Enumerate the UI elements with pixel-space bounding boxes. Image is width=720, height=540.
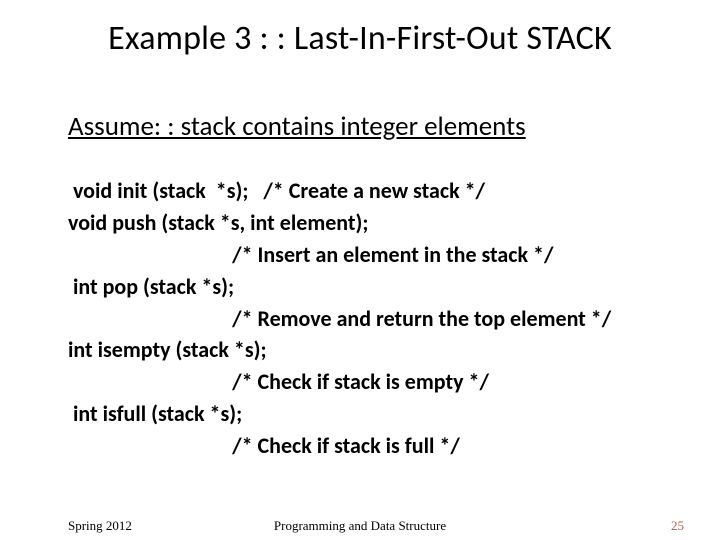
code-line: /* Check if stack is full */ (68, 430, 680, 462)
code-line: int isfull (stack *s); (68, 398, 680, 430)
footer-page-number: 25 (671, 518, 684, 534)
code-line: /* Remove and return the top element */ (68, 303, 680, 335)
code-line: /* Check if stack is empty */ (68, 366, 680, 398)
code-line: void push (stack *s, int element); (68, 207, 680, 239)
footer-course: Programming and Data Structure (0, 518, 720, 534)
code-line: /* Insert an element in the stack */ (68, 239, 680, 271)
code-block: void init (stack *s); /* Create a new st… (68, 175, 680, 462)
code-line: int pop (stack *s); (68, 271, 680, 303)
code-line: void init (stack *s); /* Create a new st… (68, 175, 680, 207)
code-line: int isempty (stack *s); (68, 334, 680, 366)
slide-title: Example 3 : : Last-In-First-Out STACK (0, 18, 720, 59)
slide: Example 3 : : Last-In-First-Out STACK As… (0, 0, 720, 540)
assumption-line: Assume: : stack contains integer element… (68, 110, 526, 143)
